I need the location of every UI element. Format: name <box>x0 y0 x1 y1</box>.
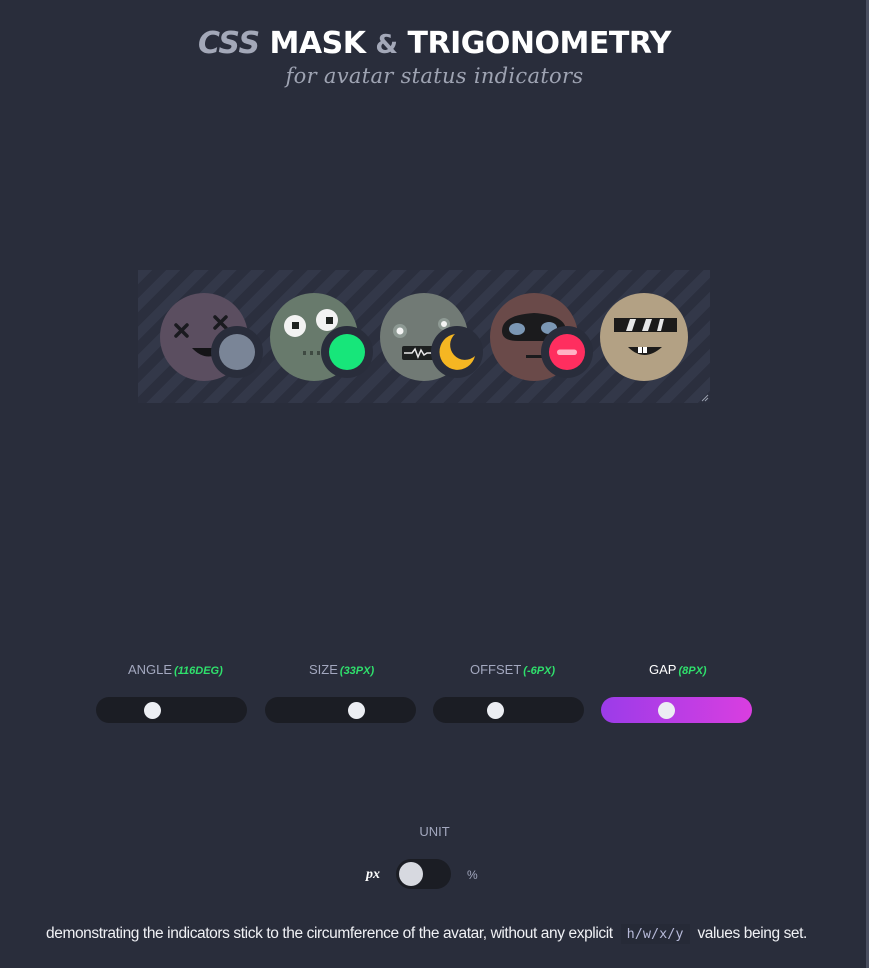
footer-text-after: values being set. <box>697 925 807 942</box>
angle-label-text: ANGLE <box>128 662 173 677</box>
unit-option-percent[interactable]: % <box>467 868 478 882</box>
title-trigonometry: TRIGONOMETRY <box>407 26 672 61</box>
offset-label-text: OFFSET <box>470 662 522 677</box>
footer-code: h/w/x/y <box>620 924 690 944</box>
gap-label-text: GAP <box>649 662 677 677</box>
footer-text-before: demonstrating the indicators stick to th… <box>46 925 613 942</box>
page-subtitle: for avatar status indicators <box>285 64 584 88</box>
unit-option-px[interactable]: px <box>366 867 380 883</box>
offset-slider-thumb[interactable] <box>487 702 505 719</box>
unit-toggle-knob[interactable] <box>399 862 423 886</box>
gap-value: (8px) <box>678 665 707 677</box>
angle-value: (116deg) <box>174 665 223 677</box>
unit-label: UNIT <box>419 824 450 839</box>
unit-toggle[interactable] <box>396 859 451 889</box>
offset-label: OFFSET (-6px) <box>470 662 555 677</box>
avatar-stage[interactable] <box>138 270 710 403</box>
avatar-dead <box>160 293 263 381</box>
gap-label: GAP (8px) <box>649 662 707 677</box>
size-label: SIZE (33px) <box>309 662 374 677</box>
angle-slider[interactable] <box>96 697 247 723</box>
title-ampersand: & <box>375 30 398 60</box>
size-slider[interactable] <box>265 697 416 723</box>
status-online-dot <box>329 334 365 370</box>
status-offline-dot <box>219 334 255 370</box>
page-title: CSS MASK & TRIGONOMETRY <box>0 24 869 65</box>
title-mask: MASK <box>269 26 366 61</box>
offset-value: (-6px) <box>523 665 556 677</box>
angle-slider-thumb[interactable] <box>144 702 162 719</box>
resize-handle-icon[interactable] <box>701 394 709 402</box>
title-css: CSS <box>197 26 260 61</box>
size-value: (33px) <box>339 665 375 677</box>
avatar-surprised <box>270 293 373 381</box>
gap-slider[interactable] <box>601 697 752 723</box>
avatar-cool <box>600 293 688 381</box>
avatar-robot-face <box>380 293 483 381</box>
avatar-cool-face <box>600 293 688 381</box>
footer-description: demonstrating the indicators stick to th… <box>46 924 846 944</box>
avatar-masked-face <box>490 293 593 381</box>
controls-labels: ANGLE (116deg) SIZE (33px) OFFSET (-6px) GA… <box>0 662 869 682</box>
avatar-dead-face <box>160 293 263 381</box>
avatar-masked <box>490 293 593 381</box>
offset-slider[interactable] <box>433 697 584 723</box>
angle-label: ANGLE (116deg) <box>128 662 223 677</box>
gap-slider-thumb[interactable] <box>657 702 675 719</box>
size-slider-thumb[interactable] <box>348 702 366 719</box>
avatar-surprised-face <box>270 293 373 381</box>
size-label-text: SIZE <box>309 662 338 677</box>
avatar-robot <box>380 293 483 381</box>
